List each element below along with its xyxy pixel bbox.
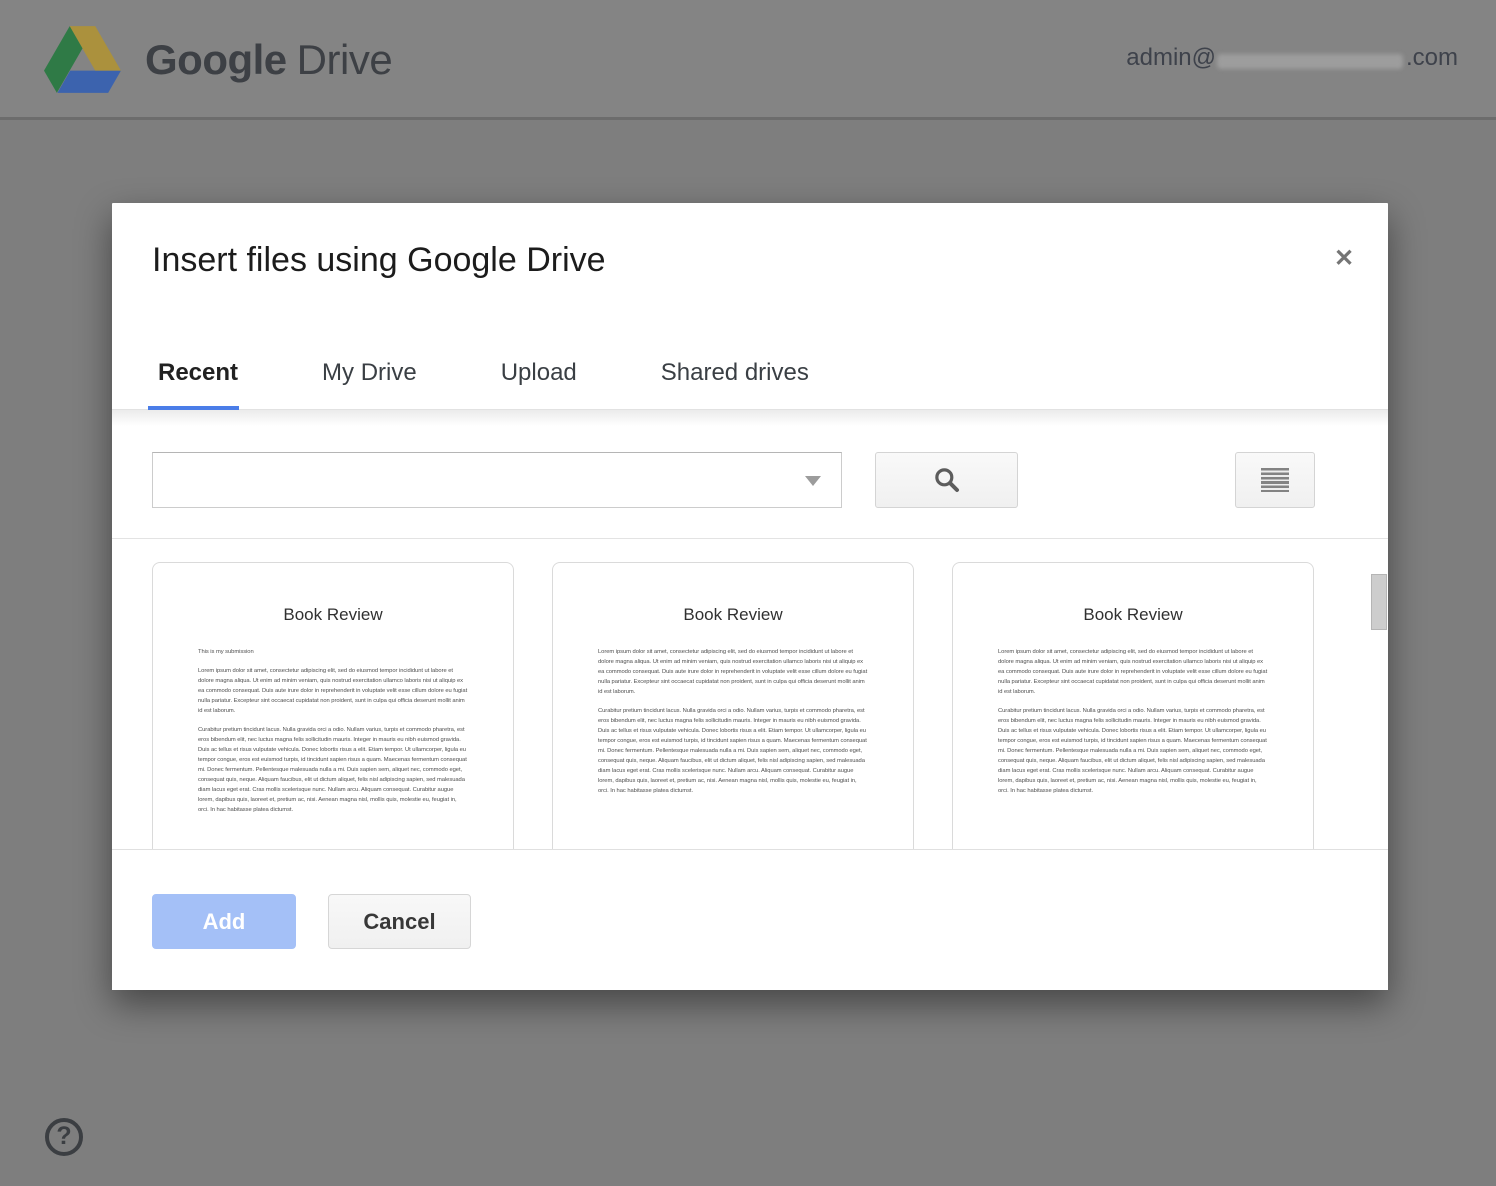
cancel-button[interactable]: Cancel	[328, 894, 471, 949]
document-preview-text: This is my submission Lorem ipsum dolor …	[198, 647, 468, 815]
document-preview-text: Lorem ipsum dolor sit amet, consectetur …	[598, 647, 868, 796]
search-icon	[931, 464, 963, 496]
dialog-footer: Add Cancel	[112, 849, 1388, 990]
email-redaction	[1217, 54, 1403, 69]
tab-shared-drives[interactable]: Shared drives	[661, 335, 809, 410]
add-button[interactable]: Add	[152, 894, 296, 949]
list-view-icon	[1261, 468, 1289, 492]
close-button[interactable]: ✕	[1326, 241, 1362, 277]
tab-my-drive[interactable]: My Drive	[322, 335, 417, 410]
file-card[interactable]: Book Review Lorem ipsum dolor sit amet, …	[552, 562, 914, 849]
search-filter-bar	[112, 410, 1388, 539]
tab-recent[interactable]: Recent	[158, 335, 238, 410]
google-drive-logo: GoogleDrive	[44, 26, 392, 93]
document-title: Book Review	[553, 605, 913, 625]
search-button[interactable]	[875, 452, 1018, 508]
document-title: Book Review	[153, 605, 513, 625]
file-card[interactable]: Book Review Lorem ipsum dolor sit amet, …	[952, 562, 1314, 849]
google-drive-triangle-icon	[44, 26, 121, 93]
account-email: admin@ .com	[1126, 44, 1458, 72]
file-card[interactable]: Book Review This is my submission Lorem …	[152, 562, 514, 849]
view-toggle-button[interactable]	[1235, 452, 1315, 508]
email-suffix: .com	[1406, 44, 1458, 72]
close-icon: ✕	[1334, 247, 1354, 271]
insert-files-dialog: Insert files using Google Drive ✕ Recent…	[112, 203, 1388, 990]
tab-upload[interactable]: Upload	[501, 335, 577, 410]
question-mark-icon: ?	[56, 1122, 71, 1151]
file-type-dropdown[interactable]	[152, 452, 842, 508]
document-preview-text: Lorem ipsum dolor sit amet, consectetur …	[998, 647, 1268, 796]
email-prefix: admin@	[1126, 44, 1216, 72]
files-grid: Book Review This is my submission Lorem …	[112, 539, 1388, 849]
page-header: GoogleDrive admin@ .com	[0, 0, 1496, 120]
caret-down-icon	[805, 476, 821, 486]
help-button[interactable]: ?	[45, 1118, 83, 1156]
tab-bar: Recent My Drive Upload Shared drives	[112, 335, 1388, 410]
product-name: GoogleDrive	[145, 36, 392, 84]
dialog-title: Insert files using Google Drive	[152, 241, 606, 280]
document-title: Book Review	[953, 605, 1313, 625]
scrollbar-thumb[interactable]	[1371, 574, 1387, 630]
